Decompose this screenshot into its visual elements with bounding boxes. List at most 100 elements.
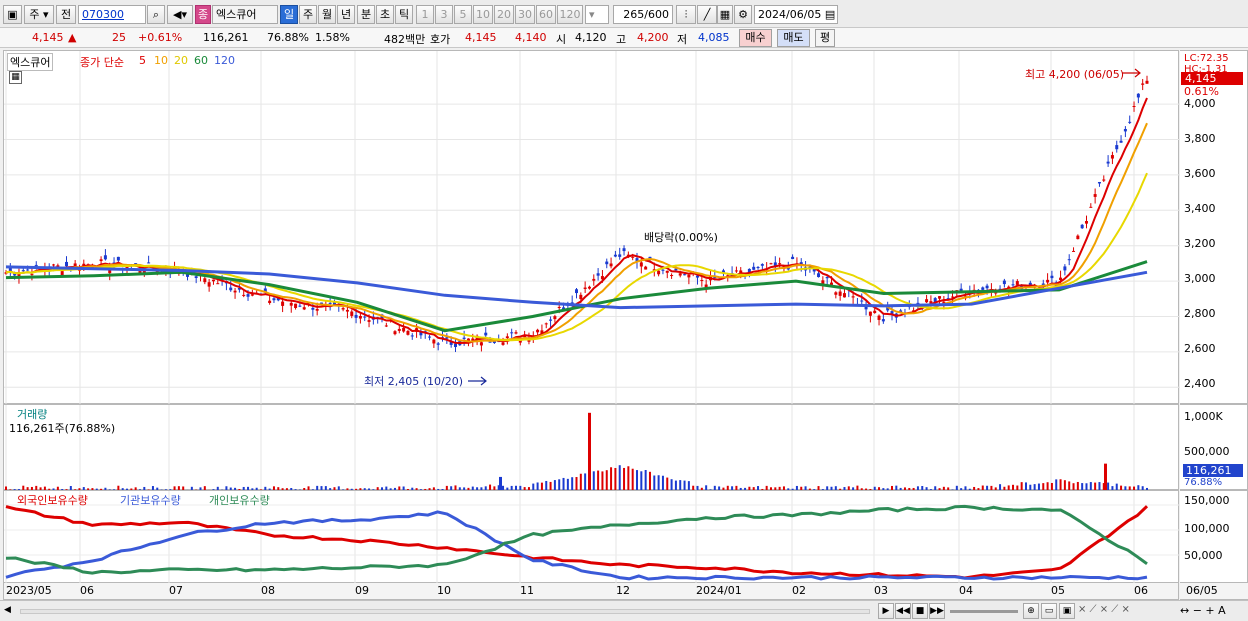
ma-60-label: 60 [194, 54, 208, 67]
buy-button[interactable]: 매수 [739, 29, 772, 47]
ma-5-label: 5 [139, 54, 146, 67]
save-icon[interactable]: ▦ [717, 5, 733, 24]
gear-icon[interactable]: ⚙ [734, 5, 752, 24]
vol-tick-500k: 500,000 [1184, 445, 1230, 458]
candle-body [825, 277, 829, 279]
x-axis: 2023/05 06 07 08 09 10 11 12 2024/01 02 … [3, 583, 1179, 600]
navigation-bar: ◀ ▶ ◀◀ ■ ▶▶ ⊕ ▭ ▣ ⨯ ⟋ ⨯ ⟋ ⨯ ↔ − + A [0, 600, 1248, 621]
hold-tick-150000: 150,000 [1184, 494, 1230, 507]
candle-body [410, 335, 414, 337]
candle-body [622, 248, 626, 252]
holding-axis: 150,000 100,000 50,000 [1180, 490, 1248, 583]
date-input[interactable]: 2024/06/05 ▤ [754, 5, 838, 24]
period-tick-button[interactable]: 틱 [395, 5, 413, 24]
volume-chart[interactable] [4, 405, 1180, 491]
quote-bar: 4,145 ▲ 25 +0.61% 116,261 76.88% 1.58% 4… [0, 28, 1248, 48]
candle-body [544, 323, 548, 325]
sell-button[interactable]: 매도 [777, 29, 810, 47]
interval-5-button[interactable]: 5 [454, 5, 472, 24]
turnover-rate: 1.58% [315, 31, 350, 44]
zoom-slider[interactable] [950, 610, 1018, 613]
candle-body [609, 263, 613, 267]
candle-body [860, 300, 864, 302]
institution-holding-label: 기관보유수량 [120, 494, 181, 507]
layout-icon[interactable]: ▭ [1041, 603, 1057, 619]
candle-body [207, 282, 211, 287]
stock-code-input[interactable]: 070300 [78, 5, 146, 24]
volume-bar [644, 470, 647, 491]
price-chart[interactable] [4, 51, 1180, 405]
interval-10-button[interactable]: 10 [473, 5, 493, 24]
interval-20-button[interactable]: 20 [494, 5, 514, 24]
volume-bar [631, 468, 634, 491]
scroll-left-icon[interactable]: ◀ [4, 605, 11, 615]
price-panel[interactable]: 엑스큐어 종가 단순 5 10 20 60 120 ▦ 최고 4,200 (06… [3, 50, 1180, 405]
tool-icons[interactable]: ⨯ ⟋ ⨯ ⟋ ⨯ [1078, 604, 1130, 615]
candle-body [514, 332, 518, 334]
rewind-icon[interactable]: ◀◀ [895, 603, 911, 619]
next-icon[interactable]: ▶ [878, 603, 894, 619]
data-count-field[interactable]: 265/600 [613, 5, 673, 24]
candle-body [1102, 179, 1106, 181]
interval-1-button[interactable]: 1 [416, 5, 434, 24]
search-icon[interactable]: ⌕ [147, 5, 165, 24]
ask-price: 4,145 [465, 31, 497, 44]
zoom-controls[interactable]: ↔ − + A [1180, 604, 1226, 617]
candle-body [752, 266, 756, 270]
x-tick: 05 [1051, 584, 1065, 597]
period-month-button[interactable]: 월 [318, 5, 336, 24]
stop-icon[interactable]: ■ [912, 603, 928, 619]
candle-body [52, 264, 56, 266]
volume-bar [640, 471, 643, 491]
interval-60-button[interactable]: 60 [536, 5, 556, 24]
candle-body [363, 316, 367, 318]
candle-body [877, 315, 881, 320]
compare-icon[interactable]: ▣ [1059, 603, 1075, 619]
volume-bar [579, 473, 582, 491]
volume-bar [610, 467, 613, 491]
interval-120-button[interactable]: 120 [557, 5, 583, 24]
speaker-icon[interactable]: ◀▾ [167, 5, 193, 24]
toolbar: ▣ 주 ▾ 전 070300 ⌕ ◀▾ 종 엑스큐어 일 주 월 년 분 초 틱… [0, 0, 1248, 28]
candle-body [428, 336, 432, 338]
candle-body [1084, 221, 1088, 224]
draw-tool-icon[interactable]: ╱ [697, 5, 717, 24]
interval-dropdown[interactable]: ▾ [585, 5, 609, 24]
period-minute-button[interactable]: 분 [357, 5, 375, 24]
eval-button[interactable]: 평 [815, 29, 835, 47]
market-select[interactable]: 주 ▾ [24, 5, 54, 24]
calculator-icon[interactable]: ▦ [9, 71, 22, 84]
candle-body [147, 262, 151, 264]
interval-30-button[interactable]: 30 [515, 5, 535, 24]
interval-3-button[interactable]: 3 [435, 5, 453, 24]
last-date-label: 06/05 [1186, 584, 1218, 597]
fast-forward-icon[interactable]: ▶▶ [929, 603, 945, 619]
holding-panel[interactable]: 외국인보유수량 기관보유수량 개인보유수량 [3, 490, 1180, 584]
candle-body [453, 343, 457, 348]
period-week-button[interactable]: 주 [299, 5, 317, 24]
stock-name-field[interactable]: 엑스큐어 [212, 5, 278, 24]
candle-body [817, 273, 821, 278]
scroll-track[interactable] [20, 609, 870, 614]
candle-body [402, 328, 406, 332]
candle-body [510, 332, 514, 334]
magnify-icon[interactable]: ⊕ [1023, 603, 1039, 619]
candle-body [203, 278, 207, 283]
volume-bar [597, 470, 600, 491]
x-tick: 11 [520, 584, 534, 597]
period-year-button[interactable]: 년 [337, 5, 355, 24]
candle-body [1002, 280, 1006, 285]
period-second-button[interactable]: 초 [376, 5, 394, 24]
candle-body [575, 289, 578, 294]
candle-body [211, 279, 215, 282]
volume-value: 116,261 [203, 31, 249, 44]
period-day-button[interactable]: 일 [280, 5, 298, 24]
candle-body [393, 331, 397, 335]
volume-panel[interactable]: 거래량 116,261주(76.88%) [3, 404, 1180, 491]
candle-body [842, 293, 846, 298]
candle-body [756, 267, 760, 269]
candle-body [596, 273, 600, 276]
chart-window-icon[interactable]: ▣ [3, 5, 22, 24]
candle-icon[interactable]: ⫶ [676, 5, 696, 24]
all-button[interactable]: 전 [56, 5, 76, 24]
